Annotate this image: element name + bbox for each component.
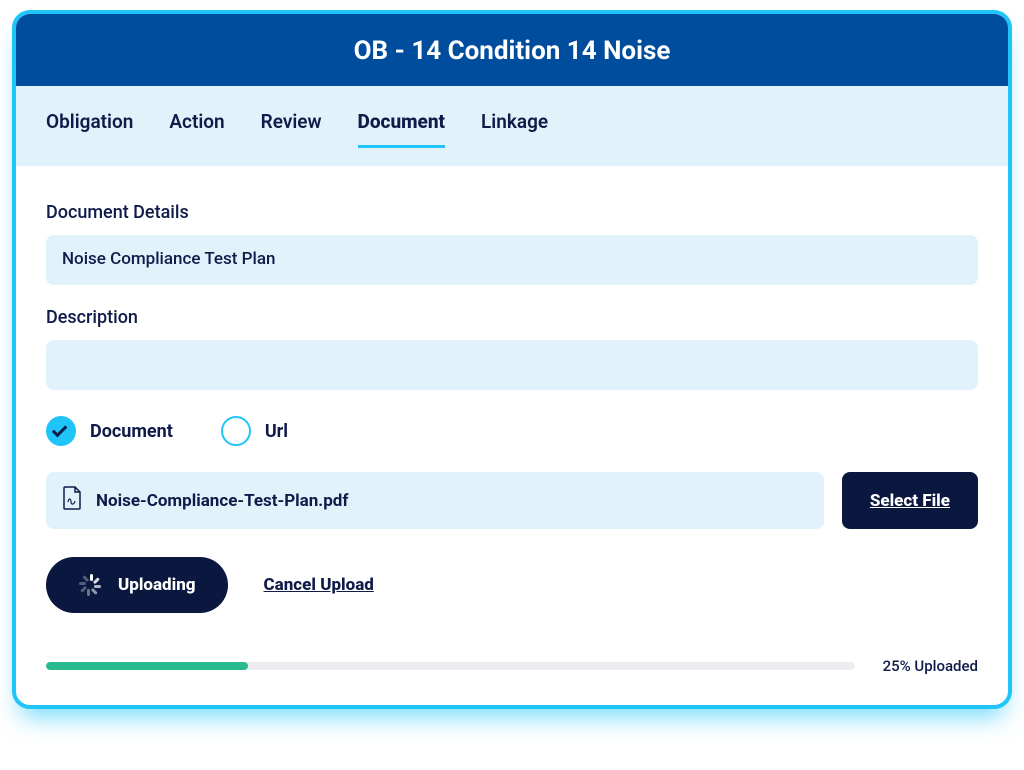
- radio-label-document: Document: [90, 421, 173, 442]
- type-radio-group: Document Url: [46, 416, 978, 446]
- description-label: Description: [46, 307, 978, 328]
- modal-dialog: OB - 14 Condition 14 Noise Obligation Ac…: [12, 10, 1012, 709]
- file-pdf-icon: [62, 486, 82, 515]
- document-details-input[interactable]: Noise Compliance Test Plan: [46, 235, 978, 285]
- file-name-text: Noise-Compliance-Test-Plan.pdf: [96, 491, 348, 511]
- progress-fill: [46, 662, 248, 670]
- radio-option-document[interactable]: Document: [46, 416, 173, 446]
- radio-option-url[interactable]: Url: [221, 416, 288, 446]
- description-input[interactable]: [46, 340, 978, 390]
- cancel-upload-link[interactable]: Cancel Upload: [264, 575, 374, 595]
- progress-text: 25% Uploaded: [883, 657, 978, 675]
- radio-unselected-icon: [221, 416, 251, 446]
- file-row: Noise-Compliance-Test-Plan.pdf Select Fi…: [46, 472, 978, 529]
- tab-document[interactable]: Document: [358, 110, 446, 148]
- uploading-button[interactable]: Uploading: [46, 557, 228, 613]
- progress-track: [46, 662, 855, 670]
- file-name-display: Noise-Compliance-Test-Plan.pdf: [46, 472, 824, 529]
- upload-row: Uploading Cancel Upload: [46, 557, 978, 613]
- select-file-button[interactable]: Select File: [842, 472, 978, 529]
- tab-bar: Obligation Action Review Document Linkag…: [16, 86, 1008, 166]
- upload-progress: 25% Uploaded: [46, 657, 978, 675]
- document-form: Document Details Noise Compliance Test P…: [16, 166, 1008, 705]
- radio-label-url: Url: [265, 421, 288, 442]
- document-details-label: Document Details: [46, 202, 978, 223]
- spinner-icon: [78, 573, 102, 597]
- tab-action[interactable]: Action: [169, 110, 224, 148]
- tab-review[interactable]: Review: [261, 110, 322, 148]
- tab-linkage[interactable]: Linkage: [481, 110, 548, 148]
- upload-button-label: Uploading: [118, 575, 196, 595]
- radio-selected-icon: [46, 416, 76, 446]
- modal-title: OB - 14 Condition 14 Noise: [16, 14, 1008, 86]
- tab-obligation[interactable]: Obligation: [46, 110, 133, 148]
